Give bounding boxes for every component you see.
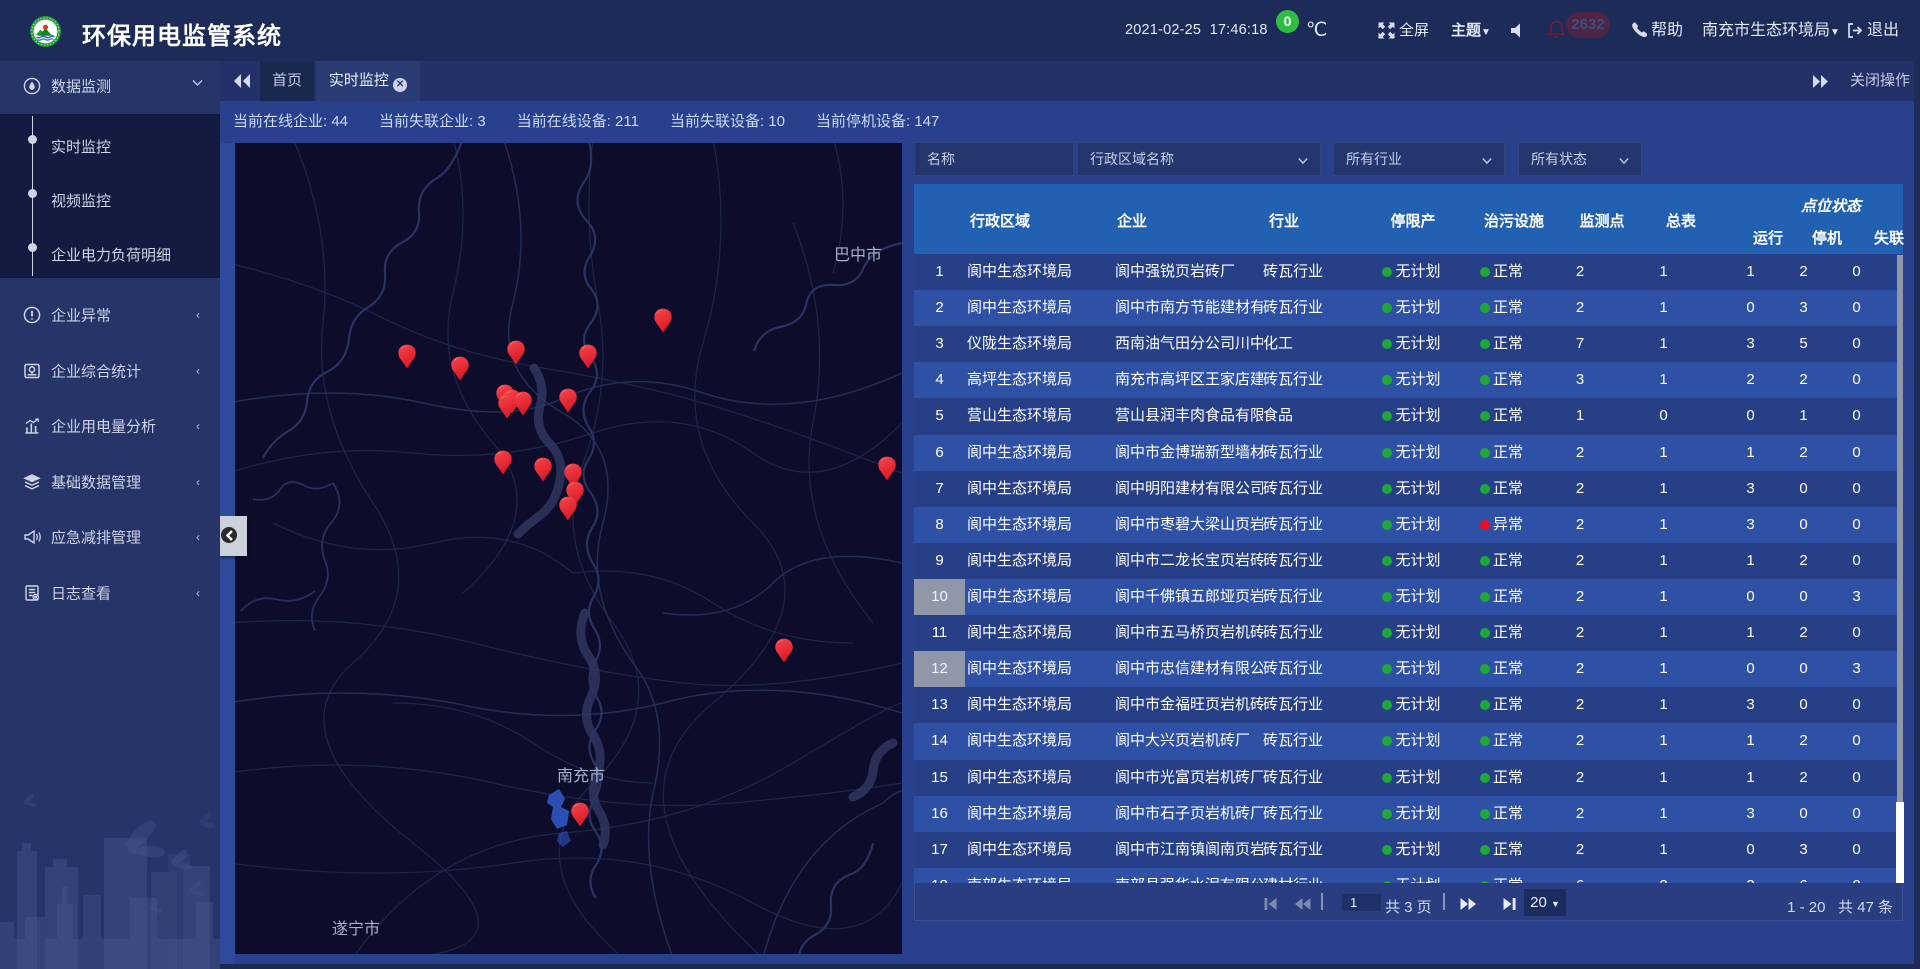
svg-text:遂宁市: 遂宁市 (332, 920, 380, 938)
svg-text:南充市: 南充市 (557, 767, 605, 785)
svg-text:巴中市: 巴中市 (834, 246, 882, 264)
